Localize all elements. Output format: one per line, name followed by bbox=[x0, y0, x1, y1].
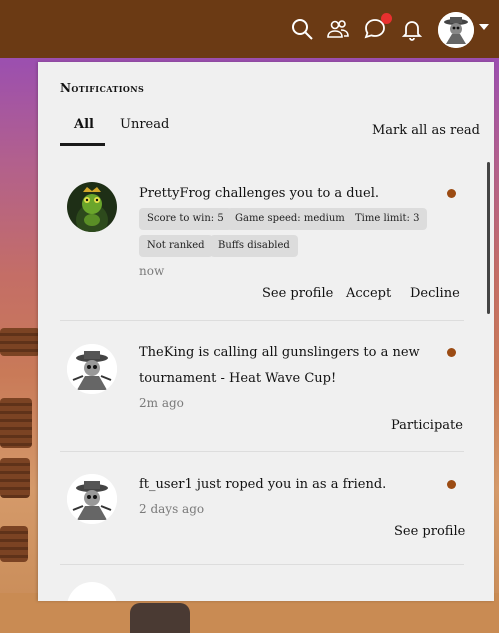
tag-speed: Game speed: medium bbox=[227, 208, 353, 230]
notifications-panel: Notifications All Unread Mark all as rea… bbox=[38, 62, 494, 601]
timestamp: 2m ago bbox=[139, 396, 184, 410]
tag-score: Score to win: 5 bbox=[139, 208, 232, 230]
mark-all-read-button[interactable]: Mark all as read bbox=[372, 123, 480, 138]
mesa-rock bbox=[0, 398, 32, 448]
participate-button[interactable]: Participate bbox=[391, 418, 463, 433]
search-icon[interactable] bbox=[289, 16, 315, 42]
mesa-rock bbox=[0, 526, 28, 562]
divider bbox=[60, 451, 464, 452]
chevron-down-icon[interactable] bbox=[479, 24, 489, 30]
notification-item: PrettyFrog challenges you to a duel. Sco… bbox=[60, 180, 464, 320]
character-silhouette bbox=[130, 603, 190, 633]
scrollbar[interactable] bbox=[487, 162, 490, 314]
see-profile-button[interactable]: See profile bbox=[262, 286, 333, 301]
notification-badge bbox=[381, 13, 392, 24]
avatar bbox=[67, 344, 117, 394]
unread-indicator bbox=[447, 348, 456, 357]
notification-text: PrettyFrog challenges you to a duel. bbox=[139, 186, 379, 201]
bell-icon[interactable] bbox=[399, 16, 425, 42]
divider bbox=[60, 564, 464, 565]
notification-item: ft_user1 just roped you in as a friend. … bbox=[60, 474, 465, 554]
tab-unread[interactable]: Unread bbox=[120, 117, 169, 132]
tag-time-limit: Time limit: 3 bbox=[347, 208, 428, 230]
avatar bbox=[67, 582, 117, 601]
avatar bbox=[67, 182, 117, 232]
top-bar bbox=[0, 0, 499, 58]
see-profile-button[interactable]: See profile bbox=[394, 524, 465, 539]
friends-icon[interactable] bbox=[325, 16, 351, 42]
profile-avatar[interactable] bbox=[438, 12, 474, 48]
decline-button[interactable]: Decline bbox=[410, 286, 460, 301]
timestamp: 2 days ago bbox=[139, 502, 205, 516]
notification-text: TheKing is calling all gunslingers to a … bbox=[139, 345, 420, 386]
timestamp: now bbox=[139, 264, 165, 278]
unread-indicator bbox=[447, 480, 456, 489]
active-tab-indicator bbox=[60, 143, 105, 146]
notification-text: ft_user1 just roped you in as a friend. bbox=[139, 477, 387, 492]
panel-title: Notifications bbox=[60, 81, 145, 95]
mesa-rock bbox=[0, 458, 30, 498]
tab-all[interactable]: All bbox=[74, 117, 94, 132]
chat-icon[interactable] bbox=[362, 13, 392, 42]
tag-ranked: Not ranked bbox=[139, 235, 213, 257]
avatar bbox=[67, 474, 117, 524]
divider bbox=[60, 320, 464, 321]
tag-buffs: Buffs disabled bbox=[210, 235, 298, 257]
unread-indicator bbox=[447, 189, 456, 198]
mesa-rock bbox=[0, 328, 40, 356]
notification-item: TheKing is calling all gunslingers to a … bbox=[60, 344, 464, 444]
accept-button[interactable]: Accept bbox=[346, 286, 391, 301]
